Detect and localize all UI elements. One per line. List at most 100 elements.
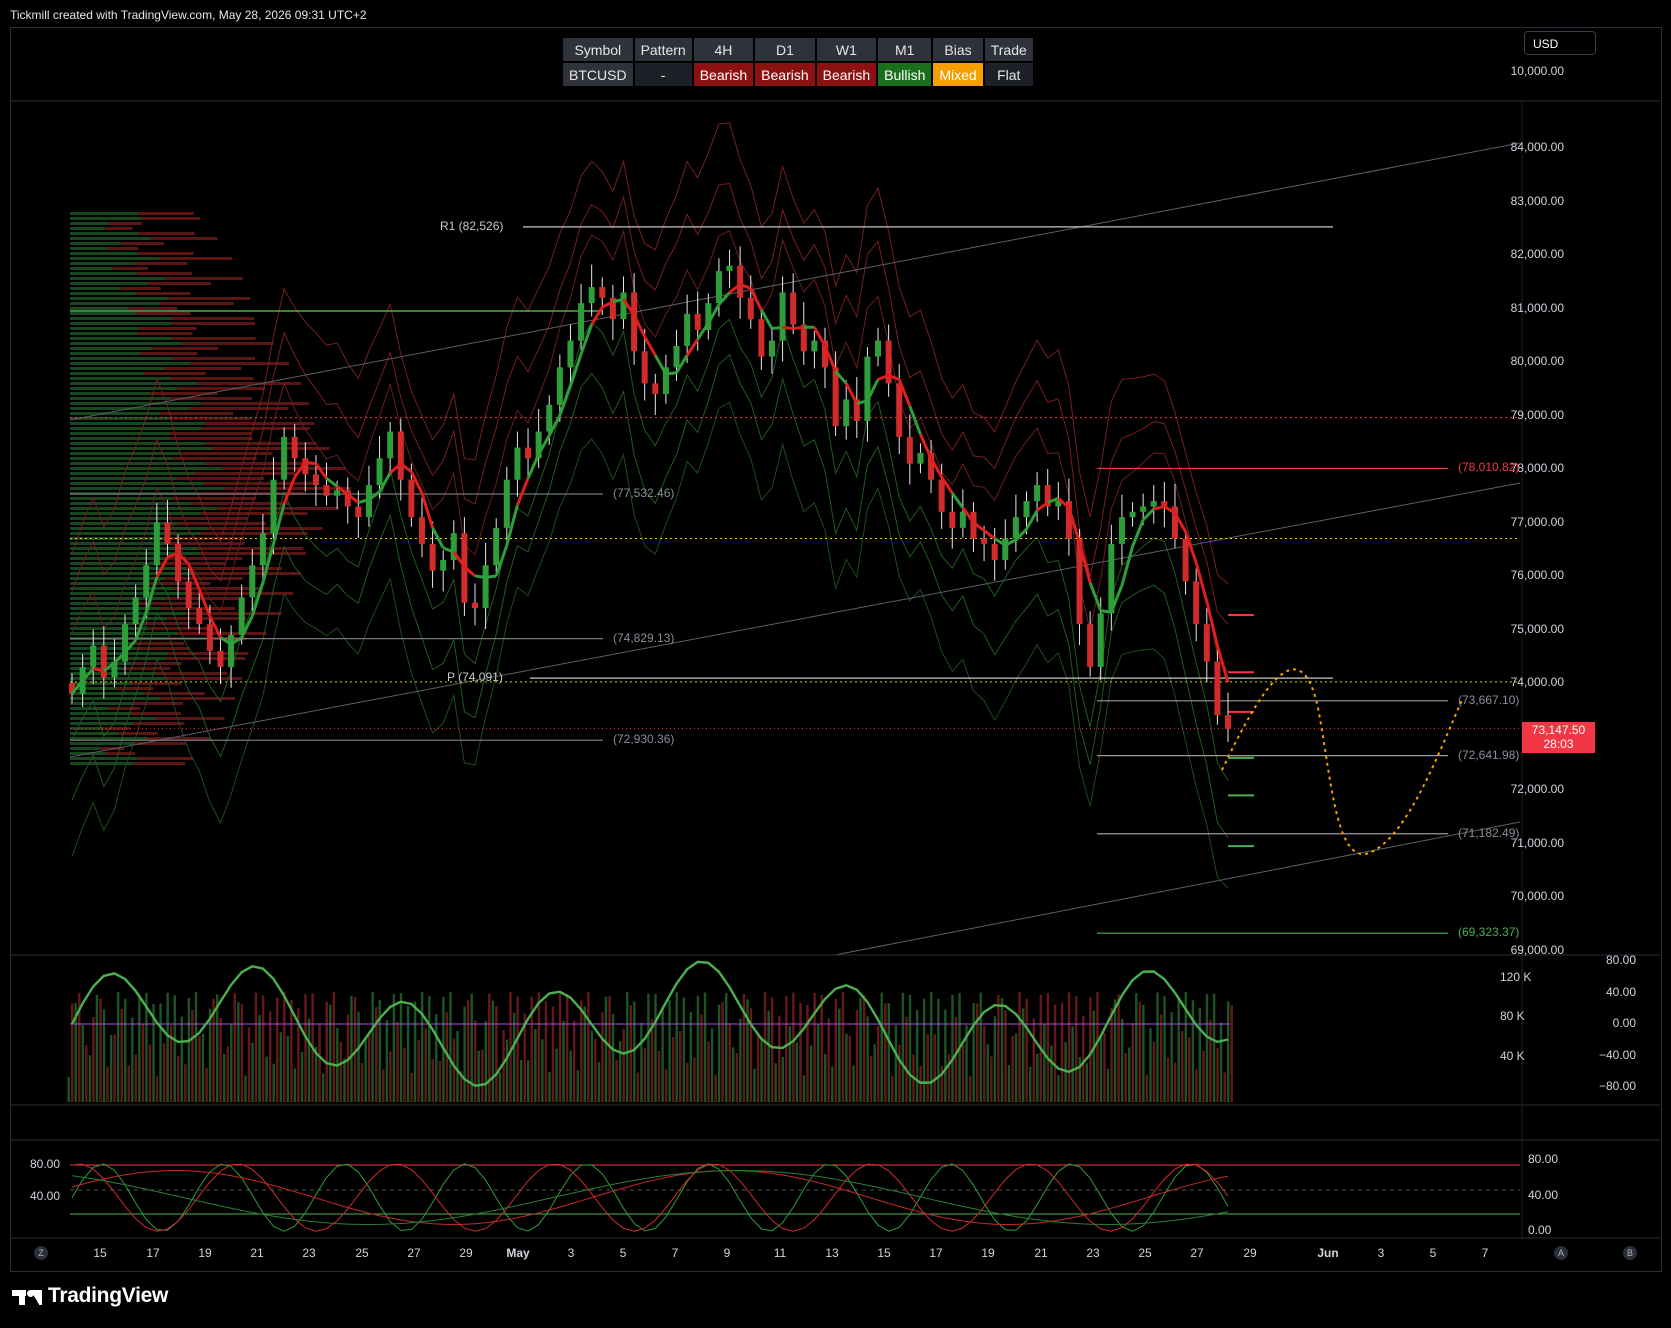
- volume-bar: [332, 992, 336, 1102]
- candle-body: [959, 511, 966, 528]
- profile-bar-sell: [128, 307, 178, 310]
- candle-body: [694, 313, 701, 330]
- oscillator-tick: −80.00: [1598, 1079, 1636, 1093]
- profile-bar-buy: [70, 487, 225, 490]
- volume-bar: [816, 1023, 820, 1102]
- profile-bar-sell: [119, 287, 161, 290]
- profile-bar-sell: [160, 302, 234, 305]
- volume-bar: [1053, 1004, 1057, 1102]
- volume-bar: [286, 1036, 290, 1102]
- volume-bar: [1191, 1000, 1195, 1102]
- volume-bar: [1188, 1037, 1191, 1102]
- candle-body: [546, 404, 553, 432]
- volume-bar: [127, 1065, 130, 1102]
- ma-segment: [1100, 609, 1112, 614]
- profile-bar-sell: [190, 407, 289, 410]
- log-scale-button[interactable]: B: [1623, 1246, 1637, 1260]
- volume-bar: [693, 1057, 696, 1102]
- profile-bar-sell: [136, 292, 191, 295]
- profile-bar-buy: [70, 432, 170, 435]
- volume-bar: [424, 1028, 427, 1102]
- candle-body: [175, 543, 182, 582]
- profile-bar-sell: [112, 267, 148, 270]
- volume-bar: [1138, 1001, 1142, 1102]
- volume-bar: [866, 1016, 869, 1102]
- volume-bar: [283, 992, 286, 1102]
- volume-bar: [279, 1032, 283, 1102]
- profile-bar-buy: [70, 442, 206, 445]
- volume-bar: [452, 1038, 456, 1102]
- volume-bar: [594, 1038, 597, 1102]
- volume-bar: [1046, 992, 1050, 1102]
- currency-button[interactable]: USD: [1524, 31, 1596, 55]
- volume-bar: [244, 1075, 247, 1102]
- volume-bar: [732, 1047, 735, 1102]
- stoch-right-tick: 0.00: [1528, 1223, 1552, 1237]
- profile-bar-buy: [70, 422, 205, 425]
- price-tick: 70,000.00: [1510, 889, 1564, 903]
- time-tick-15: 15: [877, 1246, 891, 1260]
- candle-body: [779, 292, 786, 341]
- profile-bar-buy: [70, 267, 113, 270]
- volume-bar: [134, 1054, 138, 1102]
- volume-bar: [371, 992, 374, 1102]
- volume-bar: [1085, 1063, 1089, 1102]
- volume-bar: [625, 992, 629, 1102]
- volume-bar: [551, 1006, 555, 1102]
- volume-bar: [841, 992, 845, 1102]
- volume-bar: [848, 1035, 852, 1102]
- volume-bar: [85, 1045, 88, 1102]
- chart-canvas[interactable]: [0, 0, 1671, 1328]
- profile-bar-sell: [138, 212, 194, 215]
- time-tick-6: 27: [407, 1246, 421, 1260]
- candle-body: [1129, 511, 1136, 518]
- candle-body: [90, 645, 97, 667]
- volume-bar: [993, 1016, 997, 1102]
- volume-bar: [869, 1056, 873, 1102]
- volume-bar: [576, 1070, 579, 1102]
- volume-bar: [774, 1063, 777, 1102]
- volume-bar: [102, 1009, 106, 1102]
- candle-body: [1002, 538, 1009, 560]
- volume-bar: [484, 1021, 488, 1102]
- candle-body: [588, 287, 595, 304]
- profile-bar-buy: [70, 342, 182, 345]
- profile-bar-sell: [144, 692, 205, 695]
- auto-scale-button[interactable]: A: [1554, 1246, 1568, 1260]
- signal-header-m1: M1: [878, 38, 932, 61]
- profile-bar-sell: [169, 432, 252, 435]
- level-label-8: (71,182.49): [1458, 825, 1520, 840]
- volume-bar: [668, 1000, 671, 1102]
- candle-body: [652, 383, 659, 395]
- volume-bar: [951, 994, 954, 1102]
- price-tick-top: 10,000.00: [1510, 64, 1564, 78]
- volume-bar: [272, 1063, 275, 1102]
- volume-bar: [198, 1035, 201, 1102]
- candle-body: [567, 340, 574, 368]
- profile-bar-buy: [70, 512, 201, 515]
- candle-body: [991, 543, 998, 560]
- volume-bar: [862, 994, 866, 1102]
- profile-bar-sell: [147, 737, 211, 740]
- candle-body: [334, 490, 341, 496]
- volume-bar: [428, 996, 431, 1102]
- volume-bar: [997, 995, 1000, 1102]
- candle-body: [599, 287, 606, 298]
- profile-bar-buy: [70, 392, 152, 395]
- signal-header-w1: W1: [816, 38, 877, 61]
- volume-bar: [240, 1004, 244, 1102]
- signal-table-header: Symbol Pattern 4H D1 W1 M1 Bias Trade: [563, 38, 1033, 61]
- volume-bar: [756, 1032, 760, 1102]
- profile-bar-buy: [70, 332, 138, 335]
- volume-bar: [222, 1053, 226, 1102]
- profile-bar-sell: [217, 507, 339, 510]
- time-tick-24: 3: [1377, 1246, 1385, 1260]
- profile-bar-buy: [70, 277, 166, 280]
- bottom-bar: [0, 1272, 1671, 1328]
- volume-bar: [986, 1044, 989, 1102]
- profile-bar-buy: [70, 377, 171, 380]
- timezone-button[interactable]: Z: [34, 1246, 48, 1260]
- ma-segment: [590, 306, 604, 326]
- volume-bar: [367, 1031, 371, 1102]
- volume-tick: 120 K: [1500, 970, 1532, 984]
